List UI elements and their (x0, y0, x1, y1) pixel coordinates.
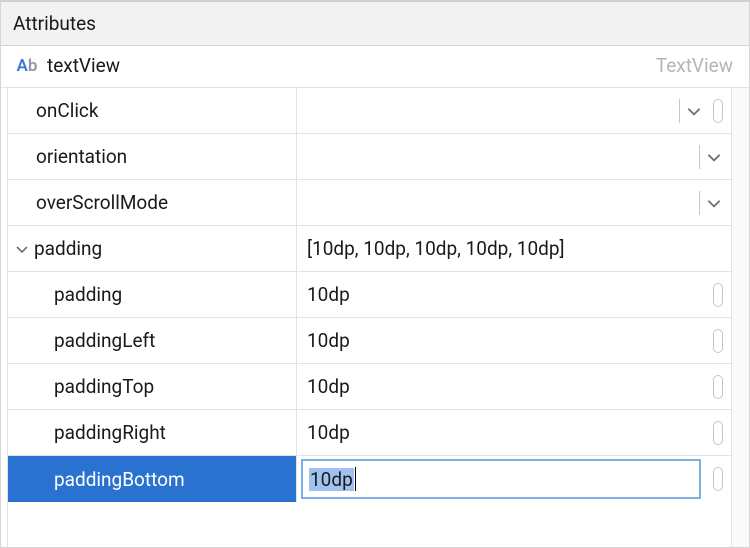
value-cell-orientation[interactable] (296, 134, 731, 179)
component-id-label: textView (47, 54, 656, 77)
attr-value: 10dp (307, 283, 703, 306)
resource-picker-icon[interactable] (713, 283, 723, 307)
value-cell-paddingright[interactable]: 10dp (296, 410, 731, 455)
dropdown-icon[interactable] (685, 102, 703, 120)
attr-name: paddingBottom (54, 468, 185, 491)
chevron-down-icon[interactable] (14, 241, 30, 257)
attributes-body: onClick orientation (1, 88, 749, 547)
row-paddingbottom[interactable]: paddingBottom 10dp (8, 456, 731, 502)
dropdown-icon[interactable] (705, 148, 723, 166)
textview-type-icon: Ab (13, 56, 41, 76)
separator (679, 99, 680, 123)
value-cell-overscrollmode[interactable] (296, 180, 731, 225)
value-cell-padding[interactable]: 10dp (296, 272, 731, 317)
value-input-paddingbottom[interactable]: 10dp (301, 459, 701, 499)
attr-name: paddingRight (54, 421, 166, 444)
attr-name: orientation (36, 145, 127, 168)
value-cell-paddingtop[interactable]: 10dp (296, 364, 731, 409)
component-header-row: Ab textView TextView (1, 46, 749, 88)
value-cell-padding-group: [10dp, 10dp, 10dp, 10dp, 10dp] (296, 226, 731, 271)
separator (699, 191, 700, 215)
attributes-panel: Attributes Ab textView TextView onClick (0, 0, 750, 548)
attr-name: paddingTop (54, 375, 154, 398)
attr-value: 10dp (307, 421, 703, 444)
resource-picker-icon[interactable] (713, 467, 723, 491)
row-paddingleft[interactable]: paddingLeft 10dp (8, 318, 731, 364)
attr-name: overScrollMode (36, 191, 168, 214)
dropdown-icon[interactable] (705, 194, 723, 212)
attr-value: 10dp (307, 375, 703, 398)
row-padding-group[interactable]: padding [10dp, 10dp, 10dp, 10dp, 10dp] (8, 226, 731, 272)
resource-picker-icon[interactable] (713, 421, 723, 445)
attributes-table: onClick orientation (8, 88, 731, 547)
row-overscrollmode[interactable]: overScrollMode (8, 180, 731, 226)
row-onclick[interactable]: onClick (8, 88, 731, 134)
panel-title: Attributes (1, 2, 749, 46)
attr-value: [10dp, 10dp, 10dp, 10dp, 10dp] (307, 237, 723, 260)
attr-value: 10dp (309, 468, 354, 491)
attr-name: paddingLeft (54, 329, 155, 352)
value-cell-paddingbottom[interactable]: 10dp (296, 456, 731, 502)
value-cell-onclick[interactable] (296, 88, 731, 133)
resource-picker-icon[interactable] (713, 329, 723, 353)
attr-name: padding (54, 283, 122, 306)
component-type-label: TextView (656, 54, 733, 77)
text-caret (355, 467, 357, 491)
scrollbar-track[interactable] (731, 88, 749, 547)
attr-name: onClick (36, 99, 99, 122)
resource-picker-icon[interactable] (713, 375, 723, 399)
value-cell-paddingleft[interactable]: 10dp (296, 318, 731, 363)
row-paddingtop[interactable]: paddingTop 10dp (8, 364, 731, 410)
attr-value: 10dp (307, 329, 703, 352)
row-padding[interactable]: padding 10dp (8, 272, 731, 318)
row-paddingright[interactable]: paddingRight 10dp (8, 410, 731, 456)
left-gutter (1, 88, 8, 547)
row-orientation[interactable]: orientation (8, 134, 731, 180)
attr-name: padding (34, 237, 102, 260)
separator (699, 145, 700, 169)
resource-picker-icon[interactable] (713, 99, 723, 123)
